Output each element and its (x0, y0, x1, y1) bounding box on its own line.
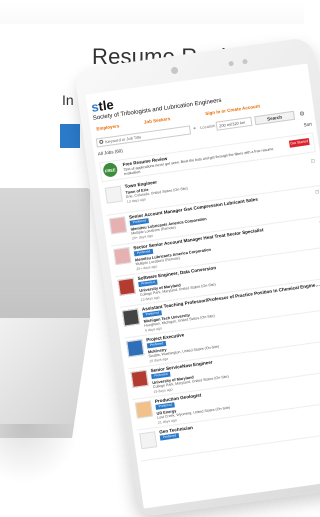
location-label: Location (199, 122, 216, 130)
phone-mockup: sstletle Society of Tribologists and Lub… (74, 36, 320, 517)
company-logo (113, 247, 132, 266)
search-placeholder: Keyword or Job Title (104, 134, 142, 145)
company-logo (134, 400, 153, 419)
location-pin-icon: ⌖ (192, 125, 197, 132)
job-time: 6 days ago (144, 326, 163, 333)
company-logo (109, 216, 128, 235)
free-badge-icon: FREE (102, 162, 119, 178)
laptop-illustration (0, 188, 90, 488)
preferred-badge: Preferred (159, 432, 180, 441)
company-logo (139, 431, 158, 450)
intro-accent-bar (60, 124, 80, 148)
laptop-shadow (0, 424, 80, 484)
company-logo (126, 339, 145, 358)
phone-screen: sstletle Society of Tribologists and Lub… (85, 63, 320, 509)
company-logo (130, 369, 149, 388)
resume-review-page: Resume Review In sstletle Society of Tri… (0, 0, 320, 517)
save-job-icon[interactable]: ⊡ (315, 189, 320, 196)
sort-dropdown[interactable]: Sort (303, 121, 312, 127)
company-logo (104, 185, 123, 204)
nav-employers[interactable]: Employers (96, 123, 119, 131)
laptop-base (0, 318, 90, 438)
filter-icon[interactable]: ⚙ (299, 110, 305, 118)
intro-text: In (62, 92, 74, 108)
get-started-button[interactable]: Get Started (288, 137, 310, 148)
page-top-shadow (0, 0, 304, 24)
company-logo (117, 277, 136, 296)
nav-job-seekers[interactable]: Job Seekers (144, 116, 171, 125)
save-job-icon[interactable]: ⊡ (310, 158, 315, 165)
results-count: All Jobs (60) (97, 148, 124, 157)
laptop-screen (0, 188, 90, 318)
nav-sign-in[interactable]: Sign In or Create Account (205, 104, 260, 117)
search-icon (99, 139, 104, 145)
company-logo (121, 308, 141, 327)
